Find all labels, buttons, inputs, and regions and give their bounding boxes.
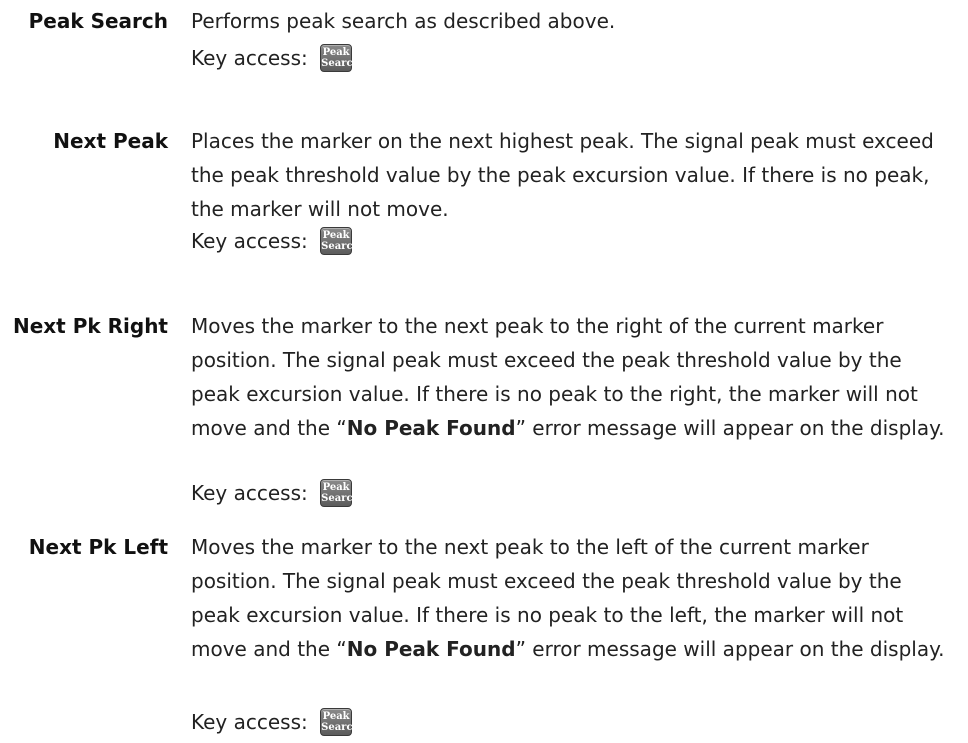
key-access-label: Key access: [191,710,308,734]
key-access-label: Key access: [191,481,308,505]
description-next-peak: Places the marker on the next highest pe… [191,129,934,221]
description-text-after: ” error message will appear on the displ… [515,416,945,440]
error-message-text: No Peak Found [346,637,516,661]
description-text-after: ” error message will appear on the displ… [515,637,945,661]
error-message-text: No Peak Found [346,416,516,440]
term-next-pk-right: Next Pk Right [12,314,168,338]
peak-search-key-icon: Peak Search [320,707,360,736]
key-access-next-pk-left: Key access: Peak Search [191,705,360,739]
peak-search-key-icon: Peak Search [320,478,360,507]
description-next-pk-left: Moves the marker to the next peak to the… [191,530,951,666]
key-access-label: Key access: [191,229,308,253]
key-access-next-peak: Key access: Peak Search [191,224,360,258]
description-next-pk-right: Moves the marker to the next peak to the… [191,309,951,445]
peak-search-key-icon: Peak Search [320,226,360,255]
description-peak-search: Performs peak search as described above. [191,9,616,33]
key-access-label: Key access: [191,46,308,70]
peak-search-key-icon: Peak Search [320,43,360,72]
term-next-pk-left: Next Pk Left [28,535,168,559]
term-next-peak: Next Peak [53,129,168,153]
term-peak-search: Peak Search [28,9,168,33]
key-access-next-pk-right: Key access: Peak Search [191,476,360,510]
key-access-peak-search: Key access: Peak Search [191,41,360,75]
